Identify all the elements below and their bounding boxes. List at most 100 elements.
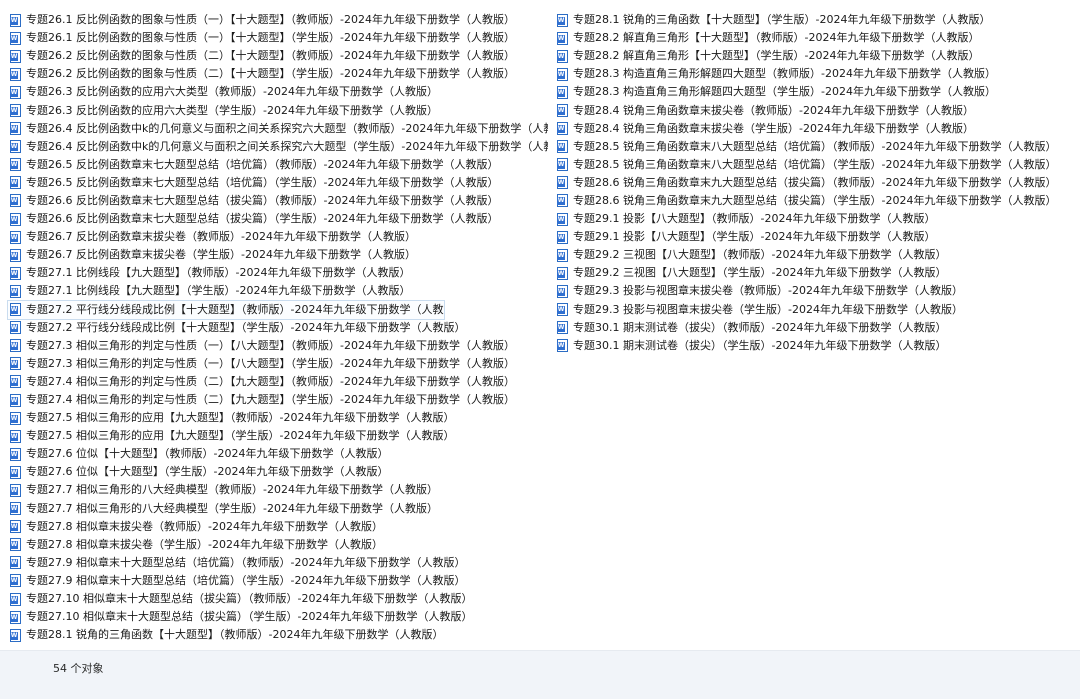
file-item[interactable]: 专题27.4 相似三角形的判定与性质（二）【九大题型】（学生版）-2024年九年… xyxy=(8,391,548,409)
word-document-icon xyxy=(10,230,21,244)
file-item[interactable]: 专题27.6 位似【十大题型】（教师版）-2024年九年级下册数学（人教版） xyxy=(8,445,548,463)
file-item[interactable]: 专题26.6 反比例函数章末七大题型总结（拔尖篇）（学生版）-2024年九年级下… xyxy=(8,210,548,228)
file-item[interactable]: 专题26.1 反比例函数的图象与性质（一）【十大题型】（教师版）-2024年九年… xyxy=(8,11,548,29)
file-item[interactable]: 专题28.6 锐角三角函数章末九大题型总结（拔尖篇）（学生版）-2024年九年级… xyxy=(555,192,1075,210)
file-item[interactable]: 专题28.5 锐角三角函数章末八大题型总结（培优篇）（学生版）-2024年九年级… xyxy=(555,156,1075,174)
file-column-left: 专题26.1 反比例函数的图象与性质（一）【十大题型】（教师版）-2024年九年… xyxy=(7,11,548,644)
file-item[interactable]: 专题28.1 锐角的三角函数【十大题型】（教师版）-2024年九年级下册数学（人… xyxy=(8,626,548,644)
file-column-right: 专题28.1 锐角的三角函数【十大题型】（学生版）-2024年九年级下册数学（人… xyxy=(555,11,1075,355)
file-name: 专题27.3 相似三角形的判定与性质（一）【八大题型】（教师版）-2024年九年… xyxy=(26,338,515,352)
file-name: 专题27.6 位似【十大题型】（学生版）-2024年九年级下册数学（人教版） xyxy=(26,465,389,479)
file-item[interactable]: 专题26.3 反比例函数的应用六大类型（学生版）-2024年九年级下册数学（人教… xyxy=(8,101,548,119)
file-item[interactable]: 专题30.1 期末测试卷（拔尖）（教师版）-2024年九年级下册数学（人教版） xyxy=(555,319,1075,337)
file-item[interactable]: 专题26.5 反比例函数章末七大题型总结（培优篇）（学生版）-2024年九年级下… xyxy=(8,174,548,192)
file-item[interactable]: 专题27.1 比例线段【九大题型】（学生版）-2024年九年级下册数学（人教版） xyxy=(8,282,548,300)
file-item[interactable]: 专题26.2 反比例函数的图象与性质（二）【十大题型】（学生版）-2024年九年… xyxy=(8,65,548,83)
file-item[interactable]: 专题28.2 解直角三角形【十大题型】（教师版）-2024年九年级下册数学（人教… xyxy=(555,29,1075,47)
file-item[interactable]: 专题29.3 投影与视图章末拔尖卷（学生版）-2024年九年级下册数学（人教版） xyxy=(555,301,1075,319)
file-name: 专题28.3 构造直角三角形解题四大题型（学生版）-2024年九年级下册数学（人… xyxy=(573,85,996,99)
file-name: 专题27.4 相似三角形的判定与性质（二）【九大题型】（教师版）-2024年九年… xyxy=(26,374,515,388)
file-item[interactable]: 专题29.1 投影【八大题型】（教师版）-2024年九年级下册数学（人教版） xyxy=(555,210,1075,228)
file-name: 专题28.6 锐角三角函数章末九大题型总结（拔尖篇）（学生版）-2024年九年级… xyxy=(573,193,1057,207)
file-item[interactable]: 专题28.3 构造直角三角形解题四大题型（学生版）-2024年九年级下册数学（人… xyxy=(555,83,1075,101)
file-name: 专题29.1 投影【八大题型】（教师版）-2024年九年级下册数学（人教版） xyxy=(573,212,936,226)
file-name: 专题28.4 锐角三角函数章末拔尖卷（学生版）-2024年九年级下册数学（人教版… xyxy=(573,121,974,135)
file-name: 专题26.2 反比例函数的图象与性质（二）【十大题型】（教师版）-2024年九年… xyxy=(26,49,515,63)
file-item[interactable]: 专题27.3 相似三角形的判定与性质（一）【八大题型】（学生版）-2024年九年… xyxy=(8,355,548,373)
file-item[interactable]: 专题28.4 锐角三角函数章末拔尖卷（学生版）-2024年九年级下册数学（人教版… xyxy=(555,120,1075,138)
file-name: 专题27.4 相似三角形的判定与性质（二）【九大题型】（学生版）-2024年九年… xyxy=(26,393,515,407)
word-document-icon xyxy=(10,375,21,389)
file-item[interactable]: 专题29.2 三视图【八大题型】（教师版）-2024年九年级下册数学（人教版） xyxy=(555,246,1075,264)
word-document-icon xyxy=(557,13,568,27)
file-item[interactable]: 专题28.2 解直角三角形【十大题型】（学生版）-2024年九年级下册数学（人教… xyxy=(555,47,1075,65)
file-name: 专题27.10 相似章末十大题型总结（拔尖篇）（教师版）-2024年九年级下册数… xyxy=(26,592,473,606)
word-document-icon xyxy=(557,284,568,298)
file-item[interactable]: 专题29.2 三视图【八大题型】（学生版）-2024年九年级下册数学（人教版） xyxy=(555,264,1075,282)
word-document-icon xyxy=(10,303,21,317)
file-item[interactable]: 专题27.7 相似三角形的八大经典模型（学生版）-2024年九年级下册数学（人教… xyxy=(8,500,548,518)
file-name: 专题27.3 相似三角形的判定与性质（一）【八大题型】（学生版）-2024年九年… xyxy=(26,356,515,370)
word-document-icon xyxy=(557,230,568,244)
word-document-icon xyxy=(10,520,21,534)
word-document-icon xyxy=(10,574,21,588)
file-item[interactable]: 专题26.5 反比例函数章末七大题型总结（培优篇）（教师版）-2024年九年级下… xyxy=(8,156,548,174)
file-item[interactable]: 专题26.6 反比例函数章末七大题型总结（拔尖篇）（教师版）-2024年九年级下… xyxy=(8,192,548,210)
file-item[interactable]: 专题27.7 相似三角形的八大经典模型（教师版）-2024年九年级下册数学（人教… xyxy=(8,481,548,499)
file-item[interactable]: 专题27.5 相似三角形的应用【九大题型】（教师版）-2024年九年级下册数学（… xyxy=(8,409,548,427)
file-item[interactable]: 专题27.9 相似章末十大题型总结（培优篇）（学生版）-2024年九年级下册数学… xyxy=(8,572,548,590)
file-item[interactable]: 专题28.5 锐角三角函数章末八大题型总结（培优篇）（教师版）-2024年九年级… xyxy=(555,138,1075,156)
file-item[interactable]: 专题29.1 投影【八大题型】（学生版）-2024年九年级下册数学（人教版） xyxy=(555,228,1075,246)
file-name: 专题26.4 反比例函数中k的几何意义与面积之间关系探究六大题型（教师版）-20… xyxy=(26,121,548,135)
word-document-icon xyxy=(10,49,21,63)
file-item[interactable]: 专题27.8 相似章末拔尖卷（学生版）-2024年九年级下册数学（人教版） xyxy=(8,536,548,554)
word-document-icon xyxy=(557,104,568,118)
word-document-icon xyxy=(10,13,21,27)
file-name: 专题27.10 相似章末十大题型总结（拔尖篇）（学生版）-2024年九年级下册数… xyxy=(26,610,473,624)
file-item[interactable]: 专题27.4 相似三角形的判定与性质（二）【九大题型】（教师版）-2024年九年… xyxy=(8,373,548,391)
file-name: 专题28.6 锐角三角函数章末九大题型总结（拔尖篇）（教师版）-2024年九年级… xyxy=(573,175,1057,189)
word-document-icon xyxy=(557,339,568,353)
file-name: 专题30.1 期末测试卷（拔尖）（学生版）-2024年九年级下册数学（人教版） xyxy=(573,338,947,352)
file-item[interactable]: 专题26.1 反比例函数的图象与性质（一）【十大题型】（学生版）-2024年九年… xyxy=(8,29,548,47)
file-item[interactable]: 专题27.8 相似章末拔尖卷（教师版）-2024年九年级下册数学（人教版） xyxy=(8,518,548,536)
file-name: 专题27.5 相似三角形的应用【九大题型】（教师版）-2024年九年级下册数学（… xyxy=(26,411,455,425)
file-name: 专题28.3 构造直角三角形解题四大题型（教师版）-2024年九年级下册数学（人… xyxy=(573,67,996,81)
file-item[interactable]: 专题27.6 位似【十大题型】（学生版）-2024年九年级下册数学（人教版） xyxy=(8,463,548,481)
file-item[interactable]: 专题27.9 相似章末十大题型总结（培优篇）（教师版）-2024年九年级下册数学… xyxy=(8,554,548,572)
file-item[interactable]: 专题26.7 反比例函数章末拔尖卷（教师版）-2024年九年级下册数学（人教版） xyxy=(8,228,548,246)
word-document-icon xyxy=(10,212,21,226)
file-item[interactable]: 专题28.4 锐角三角函数章末拔尖卷（教师版）-2024年九年级下册数学（人教版… xyxy=(555,101,1075,119)
file-name: 专题27.1 比例线段【九大题型】（教师版）-2024年九年级下册数学（人教版） xyxy=(26,266,411,280)
word-document-icon xyxy=(10,411,21,425)
file-item[interactable]: 专题27.2 平行线分线段成比例【十大题型】（学生版）-2024年九年级下册数学… xyxy=(8,319,548,337)
file-item[interactable]: 专题28.3 构造直角三角形解题四大题型（教师版）-2024年九年级下册数学（人… xyxy=(555,65,1075,83)
file-item[interactable]: 专题27.10 相似章末十大题型总结（拔尖篇）（学生版）-2024年九年级下册数… xyxy=(8,608,548,626)
file-item[interactable]: 专题27.1 比例线段【九大题型】（教师版）-2024年九年级下册数学（人教版） xyxy=(8,264,548,282)
file-item[interactable]: 专题26.4 反比例函数中k的几何意义与面积之间关系探究六大题型（教师版）-20… xyxy=(8,120,548,138)
word-document-icon xyxy=(557,85,568,99)
file-item[interactable]: 专题26.2 反比例函数的图象与性质（二）【十大题型】（教师版）-2024年九年… xyxy=(8,47,548,65)
file-item[interactable]: 专题26.3 反比例函数的应用六大类型（教师版）-2024年九年级下册数学（人教… xyxy=(8,83,548,101)
file-name: 专题27.2 平行线分线段成比例【十大题型】（教师版）-2024年九年级下册数学… xyxy=(26,302,444,316)
file-name: 专题27.7 相似三角形的八大经典模型（教师版）-2024年九年级下册数学（人教… xyxy=(26,483,438,497)
file-item[interactable]: 专题28.6 锐角三角函数章末九大题型总结（拔尖篇）（教师版）-2024年九年级… xyxy=(555,174,1075,192)
word-document-icon xyxy=(557,321,568,335)
file-item[interactable]: 专题27.5 相似三角形的应用【九大题型】（学生版）-2024年九年级下册数学（… xyxy=(8,427,548,445)
word-document-icon xyxy=(557,212,568,226)
file-item[interactable]: 专题28.1 锐角的三角函数【十大题型】（学生版）-2024年九年级下册数学（人… xyxy=(555,11,1075,29)
word-document-icon xyxy=(557,248,568,262)
file-item[interactable]: 专题30.1 期末测试卷（拔尖）（学生版）-2024年九年级下册数学（人教版） xyxy=(555,337,1075,355)
word-document-icon xyxy=(10,284,21,298)
file-item[interactable]: 专题27.3 相似三角形的判定与性质（一）【八大题型】（教师版）-2024年九年… xyxy=(8,337,548,355)
file-name: 专题28.2 解直角三角形【十大题型】（教师版）-2024年九年级下册数学（人教… xyxy=(573,31,980,45)
file-item[interactable]: 专题26.7 反比例函数章末拔尖卷（学生版）-2024年九年级下册数学（人教版） xyxy=(8,246,548,264)
file-name: 专题28.2 解直角三角形【十大题型】（学生版）-2024年九年级下册数学（人教… xyxy=(573,49,980,63)
file-item[interactable]: 专题27.10 相似章末十大题型总结（拔尖篇）（教师版）-2024年九年级下册数… xyxy=(8,590,548,608)
file-item[interactable]: 专题26.4 反比例函数中k的几何意义与面积之间关系探究六大题型（学生版）-20… xyxy=(8,138,548,156)
file-name: 专题29.3 投影与视图章末拔尖卷（学生版）-2024年九年级下册数学（人教版） xyxy=(573,302,963,316)
file-item[interactable]: 专题27.2 平行线分线段成比例【十大题型】（教师版）-2024年九年级下册数学… xyxy=(7,299,445,320)
word-document-icon xyxy=(10,176,21,190)
file-name: 专题27.9 相似章末十大题型总结（培优篇）（教师版）-2024年九年级下册数学… xyxy=(26,555,466,569)
file-item[interactable]: 专题29.3 投影与视图章末拔尖卷（教师版）-2024年九年级下册数学（人教版） xyxy=(555,282,1075,300)
